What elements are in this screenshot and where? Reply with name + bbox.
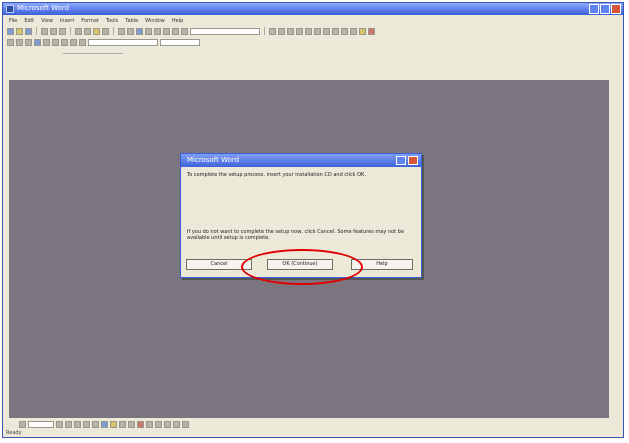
open-folder-icon[interactable] <box>16 27 23 35</box>
close-icon[interactable] <box>408 156 418 165</box>
toolbar-separator <box>264 27 265 35</box>
cut-icon[interactable] <box>75 27 82 35</box>
home-icon[interactable] <box>79 38 86 46</box>
menu-bar: File Edit View Insert Format Tools Table… <box>3 16 623 25</box>
style-icon[interactable] <box>7 38 14 46</box>
clipart-icon[interactable] <box>110 420 117 428</box>
new-document-icon[interactable] <box>7 27 14 35</box>
align-center-icon[interactable] <box>305 27 312 35</box>
3d-icon[interactable] <box>182 420 189 428</box>
columns-icon[interactable] <box>172 27 179 35</box>
numbering-icon[interactable] <box>323 27 330 35</box>
tables-borders-icon[interactable] <box>145 27 152 35</box>
menu-file[interactable]: File <box>9 18 17 24</box>
hyperlink-icon[interactable] <box>136 27 143 35</box>
menu-edit[interactable]: Edit <box>24 18 34 24</box>
increase-indent-icon[interactable] <box>350 27 357 35</box>
minimize-icon[interactable] <box>589 4 599 14</box>
align-right-icon[interactable] <box>314 27 321 35</box>
line-color-icon[interactable] <box>128 420 135 428</box>
print-preview-icon[interactable] <box>50 27 57 35</box>
dialog-title: Microsoft Word <box>187 156 240 164</box>
back-icon[interactable] <box>43 38 50 46</box>
bold-icon[interactable] <box>269 27 276 35</box>
line-style-icon[interactable] <box>146 420 153 428</box>
maximize-icon[interactable] <box>600 4 610 14</box>
toolbar-separator <box>70 27 71 35</box>
decrease-indent-icon[interactable] <box>341 27 348 35</box>
toolbar-separator <box>113 27 114 35</box>
stop-icon[interactable] <box>61 38 68 46</box>
shadow-icon[interactable] <box>173 420 180 428</box>
dialog-title-bar: Microsoft Word <box>181 154 421 167</box>
align-left-icon[interactable] <box>296 27 303 35</box>
drawing-icon[interactable] <box>181 27 188 35</box>
format-painter-icon[interactable] <box>102 27 109 35</box>
window-controls <box>589 4 621 14</box>
app-icon <box>6 5 14 13</box>
print-icon[interactable] <box>41 27 48 35</box>
select-objects-icon[interactable] <box>19 420 26 428</box>
font-icon[interactable] <box>16 38 23 46</box>
menu-help[interactable]: Help <box>172 18 183 24</box>
menu-table[interactable]: Table <box>125 18 138 24</box>
save-icon[interactable] <box>25 27 32 35</box>
wordart-icon[interactable] <box>101 420 108 428</box>
formatting-toolbar <box>3 37 623 47</box>
arrow-icon[interactable] <box>65 420 72 428</box>
menu-window[interactable]: Window <box>145 18 165 24</box>
forward-icon[interactable] <box>52 38 59 46</box>
font-color-icon[interactable] <box>368 27 375 35</box>
undo-icon[interactable] <box>118 27 125 35</box>
insert-table-icon[interactable] <box>154 27 161 35</box>
dialog-message-secondary: If you do not want to complete the setup… <box>187 229 404 241</box>
arrow-style-icon[interactable] <box>164 420 171 428</box>
standard-toolbar <box>3 26 623 36</box>
redo-icon[interactable] <box>127 27 134 35</box>
address-combo[interactable] <box>88 38 158 46</box>
menu-insert[interactable]: Insert <box>60 18 74 24</box>
dialog-message: To complete the setup process, insert yo… <box>187 172 366 178</box>
web-icon[interactable] <box>34 38 41 46</box>
underline-icon[interactable] <box>287 27 294 35</box>
bullets-icon[interactable] <box>332 27 339 35</box>
dash-style-icon[interactable] <box>155 420 162 428</box>
refresh-icon[interactable] <box>70 38 77 46</box>
oval-icon[interactable] <box>83 420 90 428</box>
title-bar: Microsoft Word <box>3 3 623 15</box>
zoom-combo[interactable] <box>190 27 260 35</box>
italic-icon[interactable] <box>278 27 285 35</box>
copy-icon[interactable] <box>84 27 91 35</box>
go-combo[interactable] <box>160 38 200 46</box>
ruler <box>63 48 123 54</box>
menu-view[interactable]: View <box>41 18 53 24</box>
font-color-draw-icon[interactable] <box>137 420 144 428</box>
line-icon[interactable] <box>56 420 63 428</box>
paste-icon[interactable] <box>93 27 100 35</box>
spelling-icon[interactable] <box>59 27 66 35</box>
toolbar-separator <box>36 27 37 35</box>
rectangle-icon[interactable] <box>74 420 81 428</box>
menu-tools[interactable]: Tools <box>106 18 118 24</box>
window-title: Microsoft Word <box>17 4 70 12</box>
text-box-icon[interactable] <box>92 420 99 428</box>
fill-color-icon[interactable] <box>119 420 126 428</box>
highlight-icon[interactable] <box>359 27 366 35</box>
help-icon[interactable] <box>396 156 406 165</box>
highlight-ellipse <box>241 249 363 285</box>
insert-excel-icon[interactable] <box>163 27 170 35</box>
autoshapes-combo[interactable] <box>28 420 54 428</box>
status-bar: Ready <box>6 430 22 436</box>
menu-format[interactable]: Format <box>81 18 99 24</box>
font-size-icon[interactable] <box>25 38 32 46</box>
drawing-toolbar <box>3 419 623 429</box>
close-icon[interactable] <box>611 4 621 14</box>
